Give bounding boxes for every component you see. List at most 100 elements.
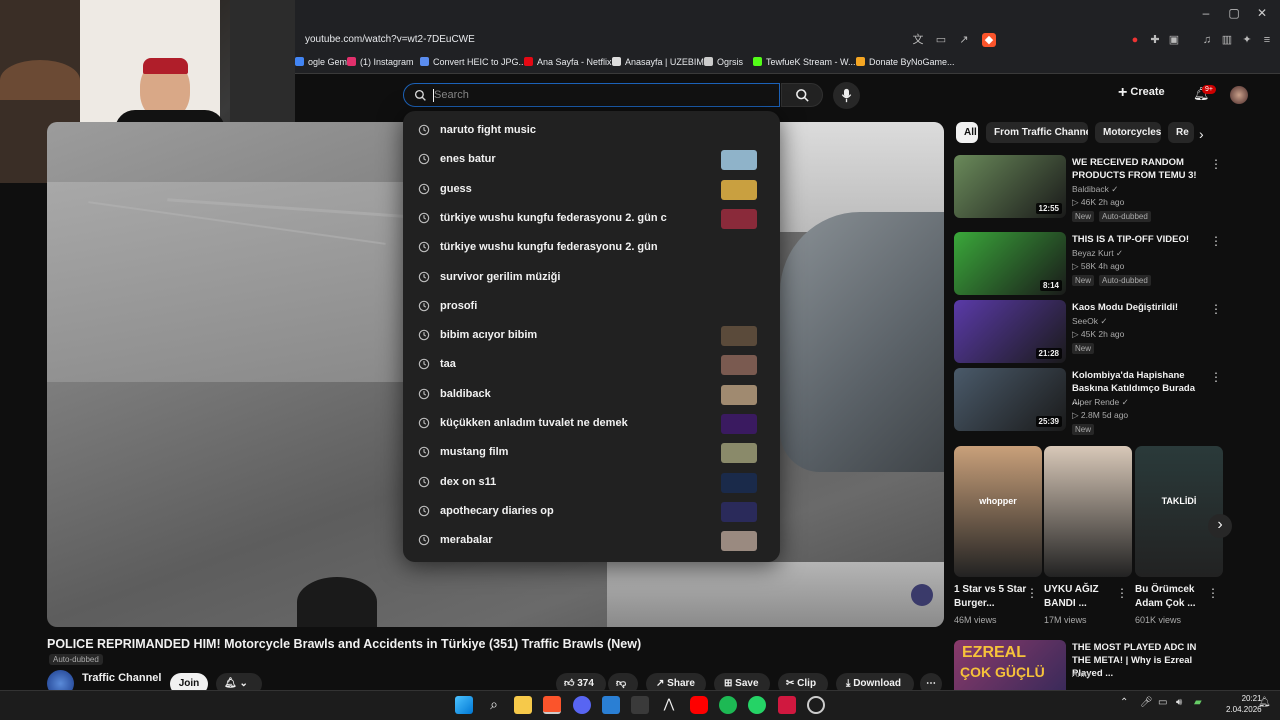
search-suggestion-item[interactable]: prosofi <box>403 293 780 322</box>
leo-ai-icon[interactable]: ✦ <box>1240 33 1254 47</box>
steam-icon[interactable] <box>807 696 825 714</box>
minimize-icon[interactable]: – <box>1196 6 1216 20</box>
share-icon[interactable]: ↗ <box>957 33 971 47</box>
youtube-icon[interactable] <box>690 696 708 714</box>
more-options-icon[interactable]: ⋮ <box>1026 586 1038 600</box>
related-video-item[interactable]: 21:28 Kaos Modu Değiştirildi! SeeOk ✓ ▷ 45K… <box>954 300 1224 368</box>
related-video-channel[interactable]: Anky <box>1072 669 1091 679</box>
more-options-icon[interactable]: ⋮ <box>1207 586 1219 600</box>
search-input[interactable]: Search <box>403 83 780 107</box>
related-video-title[interactable]: WE RECEIVED RANDOM PRODUCTS FROM TEMU 3! <box>1072 156 1202 182</box>
search-suggestion-item[interactable]: bibim acıyor bibim <box>403 322 780 351</box>
video-thumbnail[interactable]: 8:14 <box>954 232 1066 295</box>
brave-shield-icon[interactable]: ◆ <box>982 33 996 47</box>
short-thumbnail[interactable]: whopper <box>954 446 1042 577</box>
cast-icon[interactable]: ▭ <box>934 33 948 47</box>
short-title[interactable]: 1 Star vs 5 Star Burger... <box>954 583 1034 611</box>
brave-browser-icon[interactable] <box>543 696 561 714</box>
battery-icon[interactable]: ▰ <box>1194 697 1202 708</box>
bookmark-item[interactable]: (1) Instagram <box>347 57 414 67</box>
search-suggestion-item[interactable]: dex on s11 <box>403 469 780 498</box>
shorts-next-button[interactable]: › <box>1208 514 1232 538</box>
translate-icon[interactable]: 文 <box>911 33 925 47</box>
short-title[interactable]: Bu Örümcek Adam Çok ... <box>1135 583 1215 611</box>
search-suggestion-item[interactable]: apothecary diaries op <box>403 498 780 527</box>
filter-chip[interactable]: Motorcycles <box>1095 122 1161 143</box>
url-text[interactable]: youtube.com/watch?v=wt2-7DEuCWE <box>305 34 475 45</box>
related-video-item[interactable]: 25:39 Kolombiya'da Hapishane Baskına Katı… <box>954 368 1224 436</box>
related-video-item[interactable]: 12:55 WE RECEIVED RANDOM PRODUCTS FROM TE… <box>954 155 1224 223</box>
related-video-channel[interactable]: SeeOk ✓ <box>1072 316 1107 327</box>
whatsapp-icon[interactable] <box>748 696 766 714</box>
search-suggestion-item[interactable]: mustang film <box>403 439 780 468</box>
more-options-icon[interactable]: ⋮ <box>1116 586 1128 600</box>
search-suggestion-item[interactable]: merabalar <box>403 527 780 556</box>
bookmark-item[interactable]: Anasayfa | UZEBIM <box>612 57 704 67</box>
sidebar-icon[interactable]: ▥ <box>1220 33 1234 47</box>
short-thumbnail[interactable]: TAKLİDİ <box>1135 446 1223 577</box>
filter-chip[interactable]: Re <box>1168 122 1194 143</box>
related-video-title[interactable]: THIS IS A TIP-OFF VIDEO! <box>1072 233 1202 246</box>
search-suggestion-item[interactable]: küçükken anladım tuvalet ne demek <box>403 410 780 439</box>
tray-chevron-icon[interactable]: ⌃ <box>1120 697 1128 708</box>
video-thumbnail[interactable]: 25:39 <box>954 368 1066 431</box>
calculator-icon[interactable] <box>631 696 649 714</box>
search-suggestion-item[interactable]: taa <box>403 351 780 380</box>
bookmark-item[interactable]: TewfueK Stream - W... <box>753 57 856 67</box>
short-thumbnail[interactable] <box>1044 446 1132 577</box>
channel-watermark-icon[interactable] <box>911 584 933 606</box>
extension-icon[interactable]: ● <box>1128 33 1142 47</box>
search-button[interactable] <box>781 83 823 107</box>
avatar[interactable] <box>1230 86 1248 104</box>
volume-icon[interactable]: 🔊︎ <box>1176 697 1182 708</box>
close-icon[interactable]: ✕ <box>1252 6 1272 20</box>
notification-center-icon[interactable]: 🔔︎ <box>1258 697 1271 708</box>
search-suggestion-item[interactable]: survivor gerilim müziği <box>403 264 780 293</box>
chevron-right-icon[interactable]: › <box>1199 126 1204 142</box>
related-video-title[interactable]: Kaos Modu Değiştirildi! <box>1072 301 1202 314</box>
related-video-item[interactable]: 8:14 THIS IS A TIP-OFF VIDEO! Beyaz Kurt ✓… <box>954 232 1224 300</box>
music-icon[interactable]: ♫ <box>1200 33 1214 47</box>
related-video-channel[interactable]: Baldiback ✓ <box>1072 184 1118 195</box>
screenshot-icon[interactable]: ▣ <box>1167 33 1181 47</box>
more-options-icon[interactable]: ⋮ <box>1210 302 1222 316</box>
system-clock[interactable]: 20:21 2.04.2026 <box>1226 693 1262 715</box>
arc-icon[interactable]: ⋀ <box>660 696 678 714</box>
video-thumbnail[interactable]: EZREAL ÇOK GÜÇLÜ <box>954 640 1066 690</box>
search-suggestion-item[interactable]: türkiye wushu kungfu federasyonu 2. gün … <box>403 205 780 234</box>
search-suggestion-item[interactable]: türkiye wushu kungfu federasyonu 2. gün <box>403 234 780 263</box>
related-video-title[interactable]: THE MOST PLAYED ADC IN THE META! | Why i… <box>1072 641 1212 680</box>
search-suggestion-item[interactable]: guess <box>403 176 780 205</box>
maximize-icon[interactable]: ▢ <box>1224 6 1244 20</box>
bookmark-item[interactable]: Ana Sayfa - Netflix <box>524 57 612 67</box>
more-options-icon[interactable]: ⋮ <box>1210 370 1222 384</box>
network-icon[interactable]: ▭ <box>1158 697 1167 708</box>
puzzle-icon[interactable]: ✚ <box>1148 33 1162 47</box>
short-title[interactable]: UYKU AĞIZ BANDI ... <box>1044 583 1124 611</box>
search-suggestion-item[interactable]: baldiback <box>403 381 780 410</box>
voice-search-button[interactable] <box>833 82 860 109</box>
video-thumbnail[interactable]: 21:28 <box>954 300 1066 363</box>
discord-icon[interactable] <box>573 696 591 714</box>
menu-icon[interactable]: ≡ <box>1260 33 1274 47</box>
more-options-icon[interactable]: ⋮ <box>1210 234 1222 248</box>
valorant-icon[interactable] <box>778 696 796 714</box>
spotify-icon[interactable] <box>719 696 737 714</box>
file-explorer-icon[interactable] <box>514 696 532 714</box>
search-suggestion-item[interactable]: enes batur <box>403 146 780 175</box>
start-icon[interactable] <box>455 696 473 714</box>
video-thumbnail[interactable]: 12:55 <box>954 155 1066 218</box>
more-options-icon[interactable]: ⋮ <box>1210 157 1222 171</box>
related-video-channel[interactable]: Beyaz Kurt ✓ <box>1072 248 1123 259</box>
filter-chip[interactable]: From Traffic Channel <box>986 122 1088 143</box>
channel-name[interactable]: Traffic Channel <box>82 672 161 684</box>
filter-chip[interactable]: All <box>956 122 978 143</box>
bookmark-item[interactable]: Ogrsis <box>704 57 743 67</box>
store-icon[interactable] <box>602 696 620 714</box>
create-button[interactable]: + Create <box>1118 84 1178 106</box>
search-icon[interactable]: ⌕ <box>485 696 503 714</box>
bookmark-item[interactable]: Donate ByNoGame... <box>856 57 955 67</box>
bookmark-item[interactable]: Convert HEIC to JPG... <box>420 57 526 67</box>
microphone-icon[interactable]: 🎤︎ <box>1140 697 1153 708</box>
search-suggestion-item[interactable]: naruto fight music <box>403 117 780 146</box>
